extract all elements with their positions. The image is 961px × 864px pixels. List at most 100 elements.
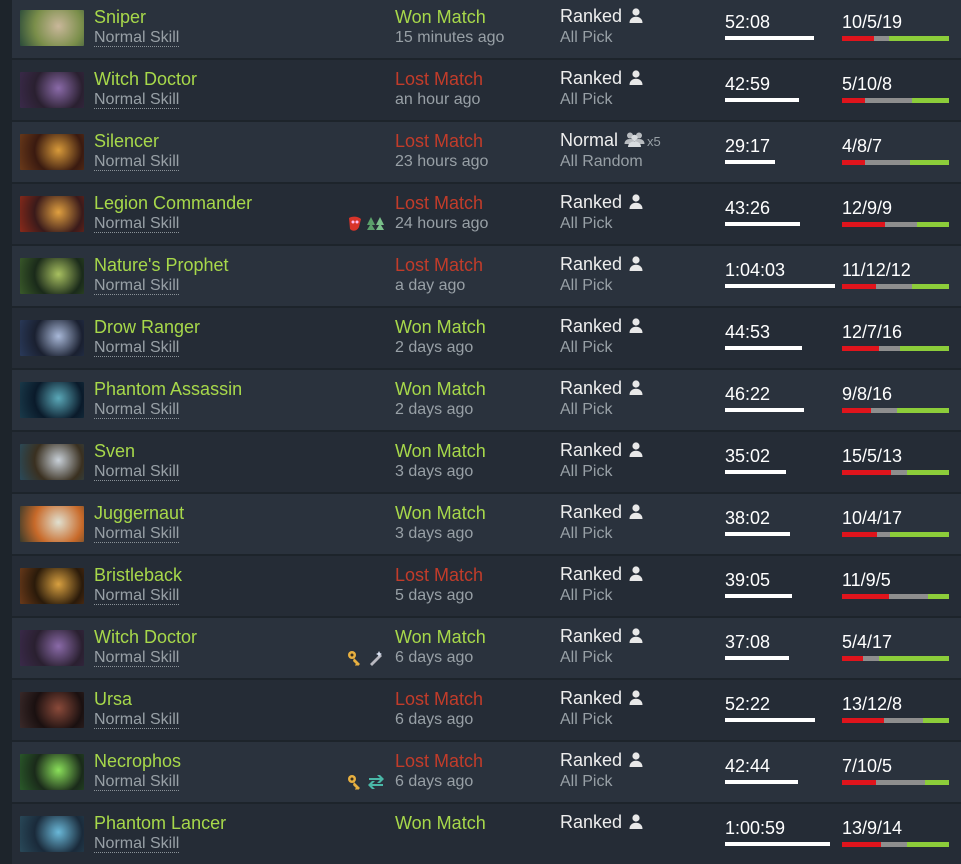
lobby-type: Normal x5 [560,130,661,152]
deaths-segment [884,718,924,723]
match-result-link[interactable]: Lost Match [395,751,483,772]
hero-name-link[interactable]: Witch Doctor [94,69,197,90]
match-row[interactable]: Sniper Normal Skill Won Match 15 minutes ag… [12,0,961,58]
match-result-link[interactable]: Lost Match [395,69,483,90]
hero-portrait[interactable] [20,816,84,852]
kda-bar [842,346,949,351]
skill-bracket-label: Normal Skill [94,835,180,853]
match-result-link[interactable]: Lost Match [395,255,483,276]
match-row[interactable]: Nature's Prophet Normal Skill Lost Match a … [12,246,961,306]
hero-name-link[interactable]: Sven [94,441,135,462]
hero-portrait[interactable] [20,72,84,108]
match-result-link[interactable]: Won Match [395,627,486,648]
skill-bracket: Normal Skill [94,91,180,109]
match-row[interactable]: Phantom Lancer Normal Skill Won Match Ranke… [12,804,961,864]
match-row[interactable]: Necrophos Normal Skill Lost Match 6 days ag… [12,742,961,802]
skill-bracket: Normal Skill [94,215,180,233]
hero-portrait[interactable] [20,382,84,418]
hero-name-link[interactable]: Phantom Assassin [94,379,242,400]
skill-bracket: Normal Skill [94,525,180,543]
kda-score: 13/12/8 [842,694,903,714]
lobby-type: Ranked [560,316,644,338]
kills-segment [842,780,876,785]
hero-portrait[interactable] [20,754,84,790]
match-row[interactable]: Bristleback Normal Skill Lost Match 5 days … [12,556,961,616]
match-result-link[interactable]: Won Match [395,503,486,524]
match-result-link[interactable]: Won Match [395,379,486,400]
match-row[interactable]: Drow Ranger Normal Skill Won Match 2 days a… [12,308,961,368]
solo-player-icon [628,441,644,462]
hero-name-link[interactable]: Sniper [94,7,146,28]
duration-bar [725,594,792,598]
lobby-type: Ranked [560,626,644,648]
hero-portrait[interactable] [20,258,84,294]
hero-portrait[interactable] [20,134,84,170]
match-result-link[interactable]: Lost Match [395,193,483,214]
mask-icon [346,215,364,233]
match-result-link[interactable]: Won Match [395,813,486,834]
assists-segment [924,780,949,785]
duration-bar [725,470,786,474]
skill-bracket-label: Normal Skill [94,339,180,357]
hero-portrait[interactable] [20,692,84,728]
party-icon [624,131,646,152]
match-time-ago: a day ago [395,277,466,294]
skill-bracket: Normal Skill [94,29,180,47]
match-result-link[interactable]: Lost Match [395,131,483,152]
hero-portrait[interactable] [20,568,84,604]
match-row[interactable]: Juggernaut Normal Skill Won Match 3 days ag… [12,494,961,554]
kda-score: 5/10/8 [842,74,893,94]
hero-name-link[interactable]: Ursa [94,689,132,710]
kills-segment [842,346,879,351]
match-row[interactable]: Legion Commander Normal Skill Lost Match 24… [12,184,961,244]
hero-name-link[interactable]: Phantom Lancer [94,813,226,834]
hero-portrait[interactable] [20,196,84,232]
match-history-table: Sniper Normal Skill Won Match 15 minutes ag… [12,0,961,864]
lobby-type-label: Ranked [560,750,623,770]
hero-name-link[interactable]: Silencer [94,131,159,152]
match-result-link[interactable]: Won Match [395,441,486,462]
hero-name-link[interactable]: Legion Commander [94,193,252,214]
match-duration: 35:02 [725,446,771,466]
match-row[interactable]: Sven Normal Skill Won Match 3 days ago Ranke… [12,432,961,492]
skill-bracket-label: Normal Skill [94,463,180,481]
lobby-type-label: Ranked [560,254,623,274]
kda-bar [842,98,949,103]
match-row[interactable]: Phantom Assassin Normal Skill Won Match 2 d… [12,370,961,430]
hero-name-link[interactable]: Nature's Prophet [94,255,229,276]
deaths-segment [889,594,928,599]
match-result-link[interactable]: Lost Match [395,689,483,710]
assists-segment [879,656,949,661]
hero-name-link[interactable]: Witch Doctor [94,627,197,648]
match-row[interactable]: Witch Doctor Normal Skill Won Match 6 days … [12,618,961,678]
skill-bracket: Normal Skill [94,153,180,171]
match-row[interactable]: Silencer Normal Skill Lost Match 23 hours a… [12,122,961,182]
match-row[interactable]: Witch Doctor Normal Skill Lost Match an hou… [12,60,961,120]
hero-name-link[interactable]: Bristleback [94,565,182,586]
lobby-type: Ranked [560,502,644,524]
party-size: x5 [647,134,661,149]
hero-portrait[interactable] [20,630,84,666]
hero-name-link[interactable]: Juggernaut [94,503,184,524]
hero-portrait[interactable] [20,320,84,356]
hero-portrait[interactable] [20,506,84,542]
hero-name-link[interactable]: Drow Ranger [94,317,200,338]
hero-portrait[interactable] [20,10,84,46]
deaths-segment [876,532,891,537]
assists-segment [909,160,949,165]
lobby-type-label: Ranked [560,192,623,212]
hero-name-link[interactable]: Necrophos [94,751,181,772]
deaths-segment [864,160,910,165]
match-result-link[interactable]: Won Match [395,317,486,338]
match-result-link[interactable]: Won Match [395,7,486,28]
lobby-type: Ranked [560,68,644,90]
match-row[interactable]: Ursa Normal Skill Lost Match 6 days ago Rank… [12,680,961,740]
match-duration: 44:53 [725,322,771,342]
match-result-link[interactable]: Lost Match [395,565,483,586]
match-duration: 52:22 [725,694,771,714]
hero-portrait[interactable] [20,444,84,480]
wand-icon [367,649,385,667]
lobby-type-label: Ranked [560,378,623,398]
kills-segment [842,98,866,103]
assists-segment [911,98,949,103]
